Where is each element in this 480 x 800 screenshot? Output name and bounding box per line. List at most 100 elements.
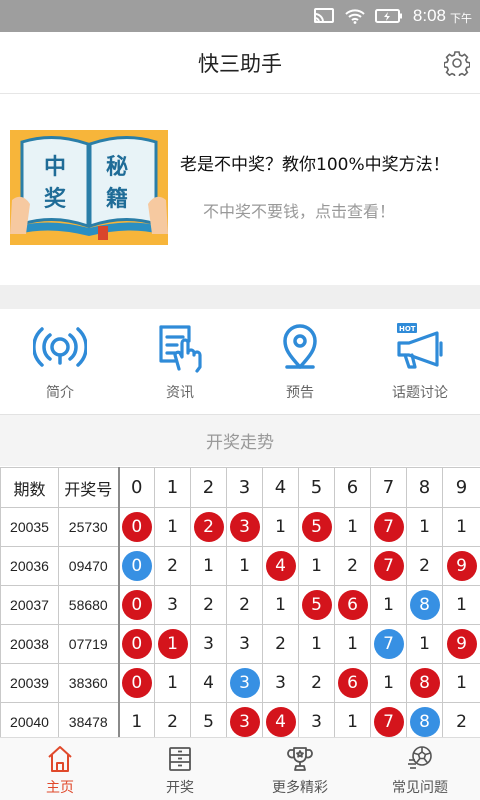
cell-miss-count: 1 — [406, 624, 443, 664]
tab-draw[interactable]: 开奖 — [120, 738, 240, 800]
header-issue: 期数 — [0, 467, 59, 508]
hit-ball-red: 7 — [373, 512, 404, 542]
book-char-3: 奖 — [44, 186, 67, 212]
clock-time: 8:08 — [412, 6, 446, 25]
cell-miss-count: 1 — [154, 507, 191, 547]
hit-ball-red: 0 — [121, 512, 152, 542]
header-number: 开奖号 — [58, 467, 120, 508]
nav-label-news: 资讯 — [166, 385, 194, 401]
trend-title: 开奖走势 — [206, 433, 274, 453]
tab-more[interactable]: 更多精彩 — [240, 738, 360, 800]
hit-ball-red: 2 — [193, 512, 224, 542]
header-digit: 8 — [406, 467, 443, 508]
cell-miss-count: 2 — [334, 546, 371, 586]
cell-ball: 8 — [406, 702, 443, 742]
book-char-2: 秘 — [106, 154, 128, 180]
hit-ball-red: 4 — [265, 707, 296, 737]
table-row: 20037 58680 0 3 2 2 1 5 6 1 8 1 — [0, 585, 480, 625]
table-row: 20038 07719 0 1 3 3 2 1 1 7 1 9 — [0, 624, 480, 664]
hit-ball-red: 3 — [229, 512, 260, 542]
trend-section-title: 开奖走势 — [0, 414, 480, 466]
cell-miss-count: 3 — [154, 585, 191, 625]
cabinet-icon — [169, 747, 191, 771]
table-header-row: 期数 开奖号 0 1 2 3 4 5 6 7 8 9 — [0, 467, 480, 508]
hit-ball-red: 5 — [301, 590, 332, 620]
cell-ball: 3 — [226, 702, 263, 742]
cell-ball: 0 — [118, 546, 155, 586]
cell-issue: 20040 — [0, 702, 59, 742]
hit-ball-blue: 0 — [121, 551, 152, 581]
cell-number: 09470 — [58, 546, 120, 586]
promo-banner[interactable]: 中 秘 奖 籍 老是不中奖？教你100%中奖方法！ 不中奖不要钱，点击查看！ — [0, 95, 480, 285]
cell-miss-count: 2 — [298, 663, 335, 703]
location-pin-icon — [283, 324, 317, 369]
cell-ball: 0 — [118, 624, 155, 664]
cell-issue: 20037 — [0, 585, 59, 625]
cell-ball: 1 — [154, 624, 191, 664]
nav-item-news[interactable]: 资讯 — [120, 309, 240, 414]
hit-ball-red: 9 — [446, 551, 477, 581]
hot-badge: HOT — [399, 325, 416, 333]
cell-ball: 6 — [334, 663, 371, 703]
header-digit: 4 — [262, 467, 299, 508]
tab-label-faq: 常见问题 — [392, 780, 448, 796]
soccer-ball-icon — [408, 746, 432, 769]
header-digit: 6 — [334, 467, 371, 508]
cell-number: 58680 — [58, 585, 120, 625]
cell-ball: 0 — [118, 663, 155, 703]
cell-ball: 0 — [118, 507, 155, 547]
nav-item-intro[interactable]: 简介 — [0, 309, 120, 414]
tab-faq[interactable]: 常见问题 — [360, 738, 480, 800]
cell-issue: 20035 — [0, 507, 59, 547]
book-char-1: 中 — [44, 155, 66, 180]
cell-miss-count: 2 — [190, 585, 227, 625]
cell-miss-count: 3 — [298, 702, 335, 742]
broadcast-icon — [33, 327, 87, 367]
book-char-4: 籍 — [106, 186, 128, 212]
banner-headline: 老是不中奖？教你100%中奖方法！ — [180, 155, 450, 175]
trend-table-body: 20035 25730 0 1 2 3 1 5 1 7 1 1 20036 09470 0 2 1 1 4 1 2 7 2 9… — [0, 507, 480, 742]
cell-miss-count: 1 — [370, 585, 407, 625]
table-row: 20039 38360 0 1 4 3 3 2 6 1 8 1 — [0, 663, 480, 703]
secret-book-illustration: 中 秘 奖 籍 — [10, 130, 168, 245]
cell-ball: 5 — [298, 507, 335, 547]
header-digit: 5 — [298, 467, 335, 508]
gear-icon[interactable] — [443, 50, 471, 79]
hit-ball-red: 7 — [373, 551, 404, 581]
cell-issue: 20039 — [0, 663, 59, 703]
cell-issue: 20038 — [0, 624, 59, 664]
cell-miss-count: 1 — [334, 507, 371, 547]
cell-miss-count: 2 — [154, 546, 191, 586]
header-digit: 7 — [370, 467, 407, 508]
home-icon — [48, 746, 72, 772]
cell-miss-count: 2 — [406, 546, 443, 586]
cell-miss-count: 1 — [190, 546, 227, 586]
cell-miss-count: 3 — [190, 624, 227, 664]
cell-miss-count: 1 — [406, 507, 443, 547]
cell-ball: 4 — [262, 702, 299, 742]
table-row: 20035 25730 0 1 2 3 1 5 1 7 1 1 — [0, 507, 480, 547]
megaphone-hot-icon: HOT — [397, 323, 443, 369]
hit-ball-blue: 3 — [229, 668, 260, 698]
nav-item-forecast[interactable]: 预告 — [240, 309, 360, 414]
tab-home[interactable]: 主页 — [0, 738, 120, 800]
cell-miss-count: 3 — [262, 663, 299, 703]
cell-ball: 5 — [298, 585, 335, 625]
nav-label-forecast: 预告 — [286, 385, 314, 401]
cell-ball: 9 — [442, 546, 480, 586]
bottom-tab-bar: 主页 开奖 更多精彩 常见问题 — [0, 737, 480, 800]
cell-ball: 4 — [262, 546, 299, 586]
cell-ball: 0 — [118, 585, 155, 625]
hit-ball-red: 3 — [229, 707, 260, 737]
cell-ball: 6 — [334, 585, 371, 625]
status-bar: 8:08 下午 — [0, 0, 480, 32]
cell-miss-count: 1 — [154, 663, 191, 703]
trophy-icon — [287, 747, 313, 771]
nav-item-topics[interactable]: HOT 话题讨论 — [360, 309, 480, 414]
hit-ball-red: 1 — [157, 629, 188, 659]
hit-ball-red: 0 — [121, 629, 152, 659]
header-digit: 1 — [154, 467, 191, 508]
cell-ball: 3 — [226, 507, 263, 547]
hit-ball-red: 0 — [121, 590, 152, 620]
hit-ball-red: 5 — [301, 512, 332, 542]
